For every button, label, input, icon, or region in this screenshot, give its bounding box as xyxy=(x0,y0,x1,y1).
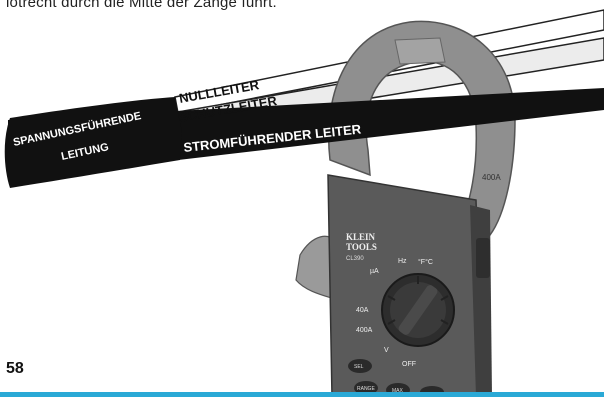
accent-bar xyxy=(0,392,604,397)
dial-off-label: OFF xyxy=(402,361,416,368)
manual-page: lotrecht durch die Mitte der Zange führt… xyxy=(0,0,604,397)
jaw-rating: 400A xyxy=(482,173,501,182)
brand-line2: TOOLS xyxy=(346,242,377,252)
dial-temp-label: °F°C xyxy=(418,258,433,266)
rotary-dial xyxy=(381,273,455,347)
page-number: 58 xyxy=(6,360,24,377)
dial-40a-label: 40A xyxy=(356,307,369,314)
clamp-meter-illustration: 400A NULLLEITER SCHUTZLEITER STROMFÜHREN… xyxy=(4,9,604,397)
sel-label: SEL xyxy=(354,364,364,370)
model-label: CL390 xyxy=(346,256,364,262)
dial-400a-label: 400A xyxy=(356,327,373,334)
brand-line1: KLEIN xyxy=(346,232,376,242)
dial-hz-label: Hz xyxy=(398,258,407,265)
dial-volts-label: V xyxy=(384,347,389,354)
dial-ua-label: µA xyxy=(370,268,379,275)
side-button xyxy=(476,238,490,278)
